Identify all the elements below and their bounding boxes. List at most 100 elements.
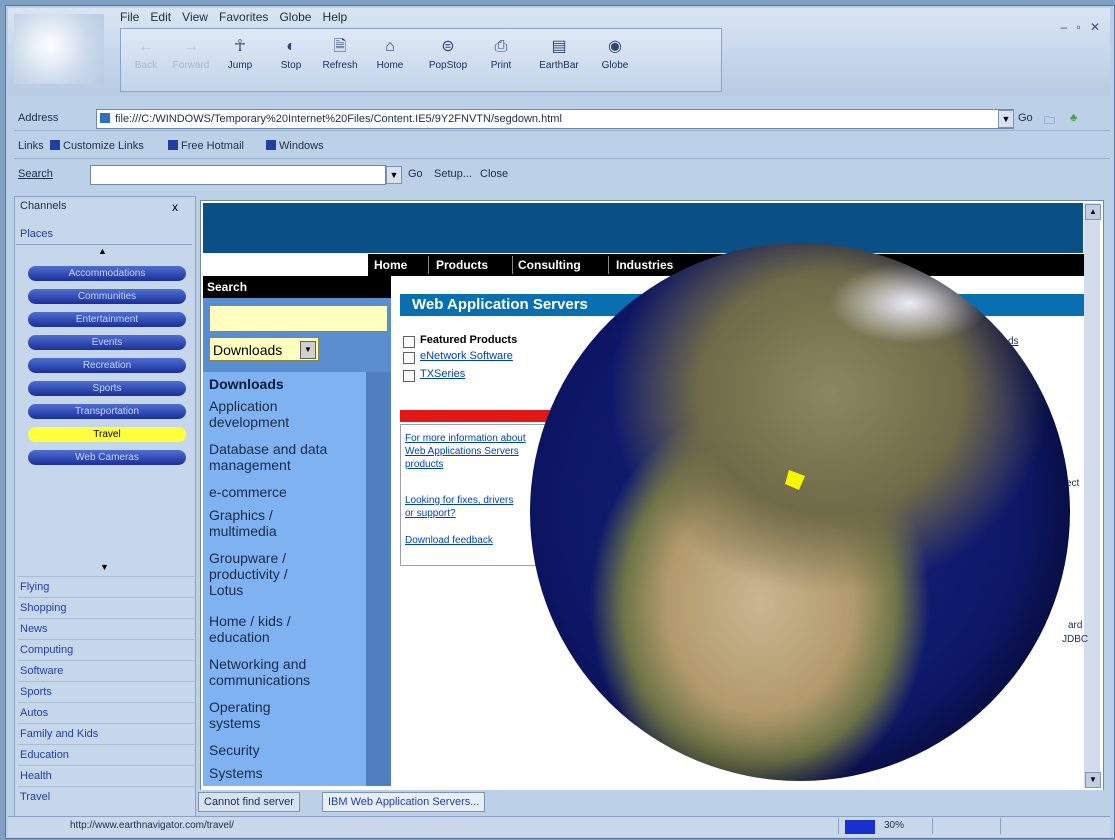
download-item[interactable]: Database and data management bbox=[209, 441, 359, 473]
place-item-web-cameras[interactable]: Web Cameras bbox=[28, 450, 186, 465]
toolbar-globe-button[interactable]: ◉ Globe bbox=[593, 33, 637, 85]
toolbar-forward-button[interactable]: → Forward bbox=[169, 33, 213, 85]
download-item[interactable]: Groupware / productivity / Lotus bbox=[209, 550, 319, 598]
place-item-sports[interactable]: Sports bbox=[28, 381, 186, 396]
menu-edit[interactable]: Edit bbox=[150, 10, 171, 24]
window-tab-bar: Cannot find server IBM Web Application S… bbox=[196, 790, 1106, 812]
place-item-transportation[interactable]: Transportation bbox=[28, 404, 186, 419]
category-education[interactable]: Education bbox=[18, 744, 194, 765]
tab-ibm-web-application-servers[interactable]: IBM Web Application Servers... bbox=[322, 792, 486, 812]
nav-products[interactable]: Products bbox=[436, 258, 488, 272]
toolbar-earthbar-button[interactable]: ▤ EarthBar bbox=[531, 33, 587, 85]
menu-favorites[interactable]: Favorites bbox=[219, 10, 268, 24]
link-free-hotmail[interactable]: Free Hotmail bbox=[168, 140, 244, 152]
category-sports[interactable]: Sports bbox=[18, 681, 194, 702]
address-go-button[interactable]: Go bbox=[1018, 112, 1033, 124]
featured-link[interactable]: TXSeries bbox=[420, 368, 465, 380]
address-input[interactable]: file:///C:/WINDOWS/Temporary%20Internet%… bbox=[96, 109, 1014, 129]
download-item[interactable]: Systems bbox=[209, 765, 263, 781]
places-tab[interactable]: Places bbox=[20, 228, 53, 240]
toolbar-button-label: PopStop bbox=[428, 60, 468, 71]
search-dropdown-chevron-down-icon[interactable]: ▼ bbox=[386, 166, 402, 184]
page-search-input[interactable] bbox=[209, 305, 388, 332]
search-setup-button[interactable]: Setup... bbox=[434, 168, 472, 180]
nav-industries[interactable]: Industries bbox=[616, 258, 673, 272]
scroll-up-arrow-icon[interactable]: ▲ bbox=[98, 246, 107, 256]
favorites-icon[interactable]: ♣ bbox=[1070, 112, 1077, 124]
menu-globe[interactable]: Globe bbox=[279, 10, 311, 24]
featured-checkbox[interactable] bbox=[403, 352, 415, 364]
info-link[interactable]: Looking for fixes, drivers or support? bbox=[405, 494, 525, 520]
toolbar-print-button[interactable]: ⎙ Print bbox=[479, 33, 523, 85]
globe-icon: ◉ bbox=[608, 38, 622, 55]
scroll-up-button[interactable]: ▲ bbox=[1085, 204, 1101, 220]
toolbar-popstop-button[interactable]: ⊜ PopStop bbox=[421, 33, 475, 85]
category-software[interactable]: Software bbox=[18, 660, 194, 681]
featured-link[interactable]: eNetwork Software bbox=[420, 350, 513, 362]
category-travel[interactable]: Travel bbox=[18, 786, 194, 807]
info-link[interactable]: For more information about Web Applicati… bbox=[405, 432, 530, 471]
category-computing[interactable]: Computing bbox=[18, 639, 194, 660]
category-shopping[interactable]: Shopping bbox=[18, 597, 194, 618]
menu-help[interactable]: Help bbox=[323, 10, 348, 24]
search-close-button[interactable]: Close bbox=[480, 168, 508, 180]
menu-file[interactable]: File bbox=[120, 10, 139, 24]
page-search-heading: Search bbox=[203, 276, 391, 298]
featured-checkbox[interactable] bbox=[403, 336, 415, 348]
place-item-accommodations[interactable]: Accommodations bbox=[28, 266, 186, 281]
download-item[interactable]: Graphics / multimedia bbox=[209, 507, 319, 539]
scroll-down-button[interactable]: ▼ bbox=[1085, 772, 1101, 788]
download-item[interactable]: e-commerce bbox=[209, 484, 359, 500]
partial-text: JDBC bbox=[1062, 634, 1089, 645]
app-logo bbox=[14, 14, 104, 84]
divider bbox=[16, 244, 192, 245]
toolbar-refresh-button[interactable]: 🗎 Refresh bbox=[317, 33, 363, 85]
category-news[interactable]: News bbox=[18, 618, 194, 639]
toolbar-button-label: Jump bbox=[227, 60, 253, 71]
tab-cannot-find-server[interactable]: Cannot find server bbox=[198, 792, 300, 812]
nav-consulting[interactable]: Consulting bbox=[518, 258, 581, 272]
scroll-down-arrow-icon[interactable]: ▼ bbox=[100, 562, 109, 572]
page-scrollbar[interactable] bbox=[1084, 203, 1100, 788]
place-item-entertainment[interactable]: Entertainment bbox=[28, 312, 186, 327]
menu-view[interactable]: View bbox=[182, 10, 208, 24]
toolbar-back-button[interactable]: ← Back bbox=[127, 33, 165, 85]
info-link[interactable]: Download feedback bbox=[405, 534, 530, 547]
toolbar-jump-button[interactable]: ☥ Jump bbox=[217, 33, 263, 85]
folder-icon[interactable]: 🗀 bbox=[1044, 112, 1055, 131]
place-item-events[interactable]: Events bbox=[28, 335, 186, 350]
place-item-communities[interactable]: Communities bbox=[28, 289, 186, 304]
chevron-down-icon[interactable]: ▼ bbox=[300, 341, 316, 359]
category-health[interactable]: Health bbox=[18, 765, 194, 786]
link-customize-links[interactable]: Customize Links bbox=[50, 140, 144, 152]
nav-home[interactable]: Home bbox=[374, 258, 407, 272]
toolbar-button-label: Home bbox=[376, 60, 404, 71]
place-item-travel[interactable]: Travel bbox=[28, 427, 186, 442]
category-autos[interactable]: Autos bbox=[18, 702, 194, 723]
download-item[interactable]: Home / kids / education bbox=[209, 613, 319, 645]
category-flying[interactable]: Flying bbox=[18, 576, 194, 597]
download-item[interactable]: Security bbox=[209, 742, 260, 758]
toolbar-stop-button[interactable]: ◐ Stop bbox=[271, 33, 311, 85]
download-item[interactable]: Application development bbox=[209, 398, 359, 430]
earth-globe[interactable] bbox=[530, 243, 1070, 781]
close-icon[interactable]: x bbox=[172, 200, 178, 214]
toolbar-button-label: Refresh bbox=[322, 60, 358, 71]
link-windows[interactable]: Windows bbox=[266, 140, 324, 152]
search-input[interactable] bbox=[90, 165, 386, 185]
download-item[interactable]: Networking and communications bbox=[209, 656, 359, 688]
downloads-select[interactable]: Downloads ▼ bbox=[209, 337, 319, 361]
toolbar-home-button[interactable]: ⌂ Home bbox=[367, 33, 413, 85]
window-controls[interactable]: – ▫ ✕ bbox=[1043, 20, 1103, 34]
toolbar-button-label: Stop bbox=[280, 60, 302, 71]
search-go-button[interactable]: Go bbox=[408, 168, 423, 180]
toolbar-button-label: Print bbox=[490, 60, 512, 71]
link-label: Free Hotmail bbox=[181, 140, 244, 152]
category-family-and-kids[interactable]: Family and Kids bbox=[18, 723, 194, 744]
download-item[interactable]: Operating systems bbox=[209, 699, 319, 731]
featured-checkbox[interactable] bbox=[403, 370, 415, 382]
status-divider bbox=[932, 818, 933, 834]
place-item-recreation[interactable]: Recreation bbox=[28, 358, 186, 373]
address-dropdown-chevron-down-icon[interactable]: ▼ bbox=[998, 110, 1014, 128]
links-bar: Links Customize Links Free Hotmail Windo… bbox=[14, 136, 1110, 158]
